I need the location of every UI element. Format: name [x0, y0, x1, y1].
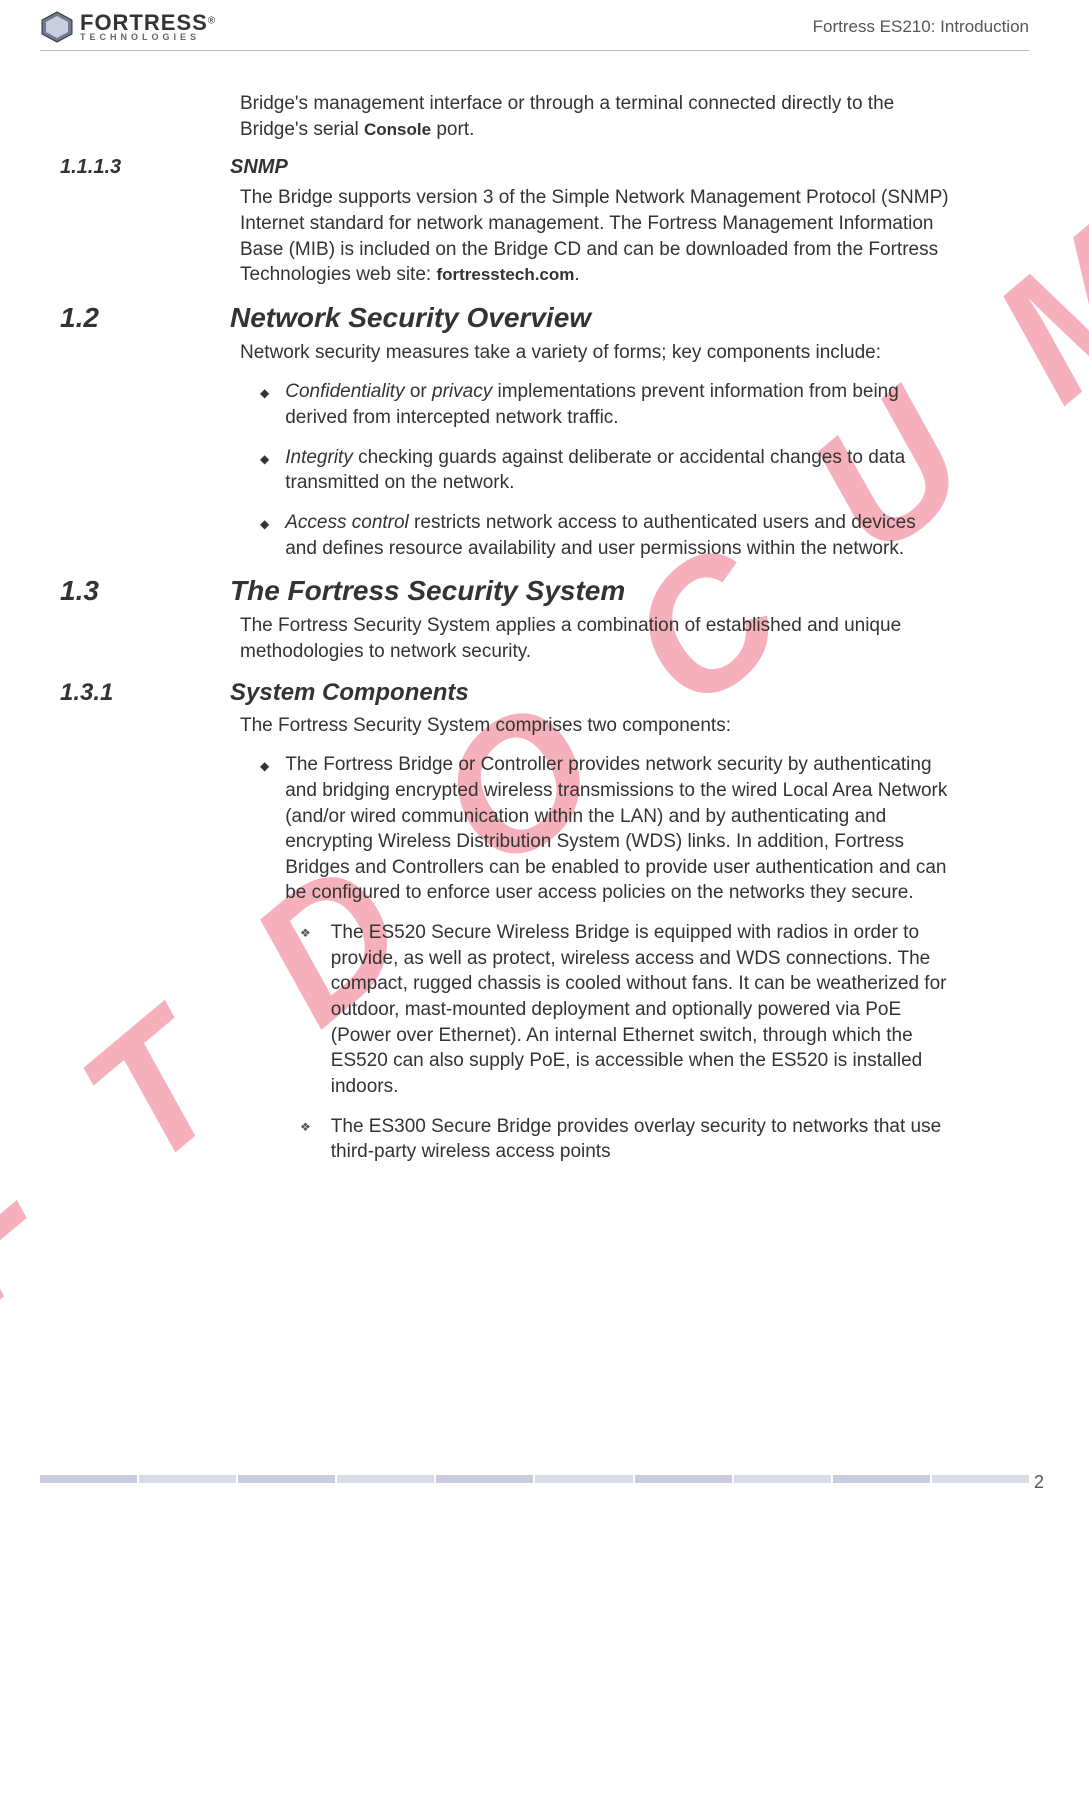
bullet-icon: ◆ [260, 379, 269, 430]
section-1-1-1-3: 1.1.1.3 SNMP [60, 156, 1029, 179]
sec131-intro: The Fortress Security System comprises t… [240, 713, 949, 739]
bullet-icon: ◆ [260, 510, 269, 561]
section-1-2: 1.2 Network Security Overview [60, 302, 1029, 334]
section-number: 1.1.1.3 [60, 156, 200, 179]
sub-list-item: ❖ The ES300 Secure Bridge provides overl… [300, 1114, 949, 1165]
page-header: FORTRESS® TECHNOLOGIES Fortress ES210: I… [40, 0, 1029, 51]
bullet-icon: ◆ [260, 445, 269, 496]
list-item: ◆ Access control restricts network acces… [260, 510, 949, 561]
intro-fragment: Bridge's management interface or through… [240, 91, 949, 142]
footer-divider [40, 1475, 1029, 1483]
header-title: Fortress ES210: Introduction [813, 17, 1029, 37]
logo-text: FORTRESS [80, 10, 208, 35]
list-item: ◆ The Fortress Bridge or Controller prov… [260, 752, 949, 906]
section-1-3-1: 1.3.1 System Components [60, 679, 1029, 707]
logo-registered: ® [208, 15, 215, 26]
page-content: FORTRESS® TECHNOLOGIES Fortress ES210: I… [0, 0, 1089, 1165]
logo-icon [40, 10, 74, 44]
section-title: System Components [230, 679, 469, 707]
list-item: ◆ Confidentiality or privacy implementat… [260, 379, 949, 430]
logo: FORTRESS® TECHNOLOGIES [40, 10, 215, 44]
sub-bullet-icon: ❖ [300, 1114, 311, 1165]
section-1-3: 1.3 The Fortress Security System [60, 575, 1029, 607]
snmp-body: The Bridge supports version 3 of the Sim… [240, 185, 949, 288]
section-title: The Fortress Security System [230, 575, 625, 607]
bullet-icon: ◆ [260, 752, 269, 906]
sec12-intro: Network security measures take a variety… [240, 340, 949, 366]
section-number: 1.3.1 [60, 679, 200, 707]
section-title: Network Security Overview [230, 302, 591, 334]
sub-bullet-icon: ❖ [300, 920, 311, 1099]
sec13-body: The Fortress Security System applies a c… [240, 613, 949, 664]
page-number: 2 [1034, 1472, 1044, 1493]
section-number: 1.2 [60, 302, 200, 334]
section-number: 1.3 [60, 575, 200, 607]
sub-list-item: ❖ The ES520 Secure Wireless Bridge is eq… [300, 920, 949, 1099]
section-title: SNMP [230, 156, 288, 179]
logo-subtext: TECHNOLOGIES [80, 33, 215, 41]
list-item: ◆ Integrity checking guards against deli… [260, 445, 949, 496]
